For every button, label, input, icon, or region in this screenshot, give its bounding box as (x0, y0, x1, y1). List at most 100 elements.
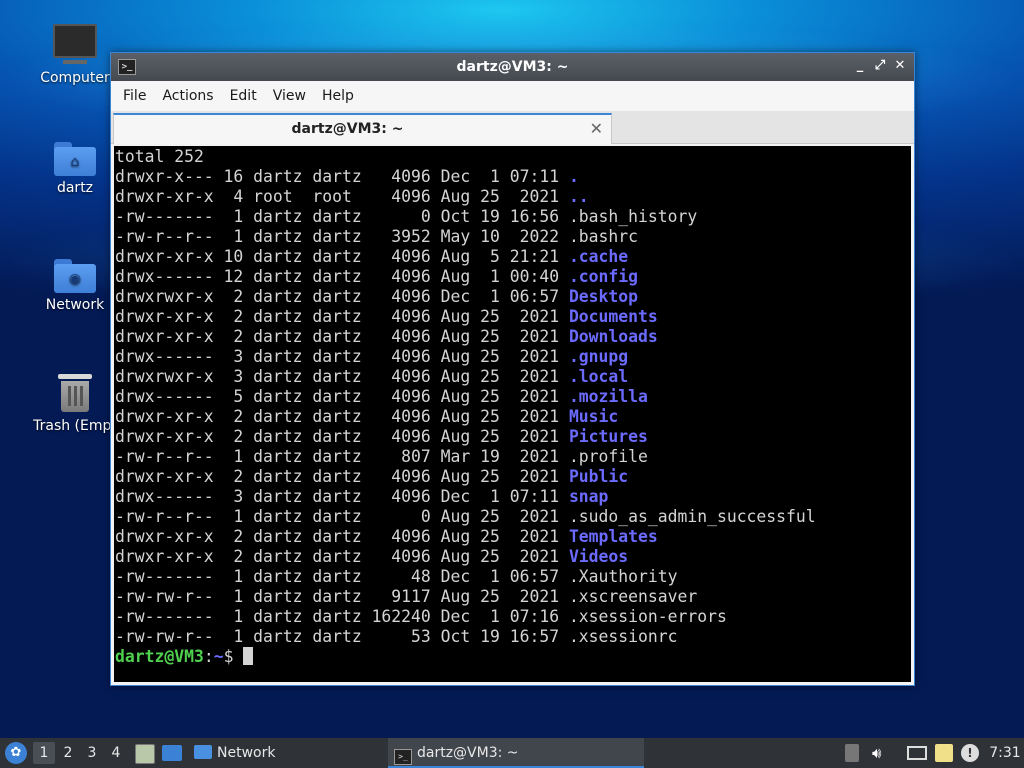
directory-name: Videos (568, 547, 629, 566)
directory-name: Desktop (568, 287, 639, 306)
directory-name: Pictures (568, 427, 648, 446)
terminal-line: drwx------ 12 dartz dartz 4096 Aug 1 00:… (114, 267, 911, 287)
terminal-line: -rw-rw-r-- 1 dartz dartz 53 Oct 19 16:57… (114, 627, 911, 647)
file-name: .Xauthority (568, 567, 678, 586)
desktop-icon-label: Computer (40, 70, 110, 86)
terminal-line: drwxr-xr-x 2 dartz dartz 4096 Aug 25 202… (114, 307, 911, 327)
terminal-output[interactable]: total 252 drwxr-x--- 16 dartz dartz 4096… (114, 146, 911, 682)
maximize-button[interactable]: ⤢ (872, 58, 888, 74)
directory-name: Music (568, 407, 619, 426)
directory-name: .gnupg (568, 347, 629, 366)
network-status-icon[interactable] (907, 746, 927, 760)
start-menu-icon[interactable]: ✿ (5, 742, 27, 764)
menu-file[interactable]: File (115, 88, 154, 104)
tab-terminal[interactable]: dartz@VM3: ~ ✕ (113, 113, 612, 144)
clock[interactable]: 7:31 (989, 738, 1021, 768)
workspace-1[interactable]: 1 (33, 742, 55, 764)
desktop-icon-home[interactable]: ⌂ dartz (27, 142, 123, 196)
file-meta: -rw-r--r-- 1 dartz dartz 3952 May 10 202… (115, 227, 569, 246)
computer-icon (53, 24, 97, 64)
file-name: .sudo_as_admin_successful (568, 507, 816, 526)
file-meta: drwxr-xr-x 2 dartz dartz 4096 Aug 25 202… (115, 327, 569, 346)
desktop-icon-trash[interactable]: Trash (Empt (27, 374, 123, 434)
file-meta: drwx------ 5 dartz dartz 4096 Aug 25 202… (115, 387, 569, 406)
file-meta: drwxr-xr-x 2 dartz dartz 4096 Aug 25 202… (115, 427, 569, 446)
desktop-icon-label: Network (45, 297, 105, 313)
workspace-3[interactable]: 3 (81, 742, 103, 764)
clipboard-icon[interactable] (935, 744, 953, 762)
show-desktop-icon[interactable] (162, 745, 182, 761)
text-cursor (243, 647, 254, 665)
directory-name: Downloads (568, 327, 658, 346)
file-meta: drwxr-xr-x 2 dartz dartz 4096 Aug 25 202… (115, 467, 569, 486)
file-meta: -rw-r--r-- 1 dartz dartz 0 Aug 25 2021 (115, 507, 569, 526)
terminal-line: drwxr-xr-x 2 dartz dartz 4096 Aug 25 202… (114, 527, 911, 547)
terminal-line: -rw-rw-r-- 1 dartz dartz 9117 Aug 25 202… (114, 587, 911, 607)
workspace-4[interactable]: 4 (105, 742, 127, 764)
terminal-line: drwxr-xr-x 2 dartz dartz 4096 Aug 25 202… (114, 467, 911, 487)
volume-icon[interactable]: 🔊︎ (872, 744, 888, 762)
notes-icon[interactable] (845, 744, 859, 762)
terminal-prompt-line: dartz@VM3:~$ (114, 647, 911, 667)
window-titlebar[interactable]: >_ dartz@VM3: ~ _ ⤢ ✕ (111, 53, 914, 81)
menu-edit[interactable]: Edit (222, 88, 265, 104)
file-meta: -rw-rw-r-- 1 dartz dartz 9117 Aug 25 202… (115, 587, 569, 606)
prompt-user-host: dartz@VM3 (115, 647, 204, 666)
file-meta: drwxr-x--- 16 dartz dartz 4096 Dec 1 07:… (115, 167, 569, 186)
terminal-line: -rw------- 1 dartz dartz 48 Dec 1 06:57 … (114, 567, 911, 587)
trash-icon (58, 374, 92, 412)
file-meta: -rw------- 1 dartz dartz 0 Oct 19 16:56 (115, 207, 569, 226)
tab-close-icon[interactable]: ✕ (590, 119, 603, 138)
terminal-line: drwxr-xr-x 10 dartz dartz 4096 Aug 5 21:… (114, 247, 911, 267)
file-meta: -rw------- 1 dartz dartz 48 Dec 1 06:57 (115, 567, 569, 586)
terminal-line: drwx------ 3 dartz dartz 4096 Dec 1 07:1… (114, 487, 911, 507)
file-meta: drwxr-xr-x 2 dartz dartz 4096 Aug 25 202… (115, 527, 569, 546)
file-meta: -rw-r--r-- 1 dartz dartz 807 Mar 19 2021 (115, 447, 569, 466)
file-name: .profile (568, 447, 648, 466)
menu-view[interactable]: View (265, 88, 314, 104)
desktop-icon-network[interactable]: ◉ Network (27, 259, 123, 313)
file-meta: drwxr-xr-x 2 dartz dartz 4096 Aug 25 202… (115, 547, 569, 566)
terminal-line: -rw------- 1 dartz dartz 0 Oct 19 16:56 … (114, 207, 911, 227)
taskbar-network-button[interactable]: Network (194, 738, 294, 768)
close-button[interactable]: ✕ (892, 58, 908, 74)
terminal-line: drwxr-xr-x 2 dartz dartz 4096 Aug 25 202… (114, 327, 911, 347)
file-manager-icon[interactable] (135, 744, 155, 764)
home-folder-icon: ⌂ (54, 142, 96, 176)
file-name: .xsessionrc (568, 627, 678, 646)
workspace-2[interactable]: 2 (57, 742, 79, 764)
file-meta: -rw------- 1 dartz dartz 162240 Dec 1 07… (115, 607, 569, 626)
directory-name: .. (568, 187, 589, 206)
file-meta: drwxr-xr-x 2 dartz dartz 4096 Aug 25 202… (115, 407, 569, 426)
prompt-symbol: $ (223, 647, 244, 666)
desktop-icon-computer[interactable]: Computer (27, 24, 123, 86)
file-meta: drwxr-xr-x 4 root root 4096 Aug 25 2021 (115, 187, 569, 206)
desktop-icon-label: dartz (56, 180, 94, 196)
terminal-line: drwxr-xr-x 2 dartz dartz 4096 Aug 25 202… (114, 547, 911, 567)
tab-bar: dartz@VM3: ~ ✕ (111, 111, 914, 144)
terminal-line: total 252 (115, 147, 204, 166)
directory-name: .mozilla (568, 387, 648, 406)
directory-name: Public (568, 467, 629, 486)
terminal-line: drwx------ 3 dartz dartz 4096 Aug 25 202… (114, 347, 911, 367)
terminal-line: drwxrwxr-x 3 dartz dartz 4096 Aug 25 202… (114, 367, 911, 387)
tab-label: dartz@VM3: ~ (291, 121, 404, 137)
directory-name: . (568, 167, 579, 186)
window-title: dartz@VM3: ~ (456, 59, 569, 75)
terminal-line: drwxr-xr-x 2 dartz dartz 4096 Aug 25 202… (114, 407, 911, 427)
taskbar-terminal-button[interactable]: >_ dartz@VM3: ~ (388, 738, 644, 768)
directory-name: Documents (568, 307, 658, 326)
menu-actions[interactable]: Actions (154, 88, 221, 104)
updates-icon[interactable]: ! (961, 744, 979, 762)
terminal-line: -rw-r--r-- 1 dartz dartz 3952 May 10 202… (114, 227, 911, 247)
minimize-button[interactable]: _ (852, 58, 868, 74)
file-name: .bash_history (568, 207, 698, 226)
menu-help[interactable]: Help (314, 88, 362, 104)
file-meta: drwx------ 3 dartz dartz 4096 Aug 25 202… (115, 347, 569, 366)
prompt-path: ~ (213, 647, 224, 666)
file-meta: -rw-rw-r-- 1 dartz dartz 53 Oct 19 16:57 (115, 627, 569, 646)
terminal-line: -rw-r--r-- 1 dartz dartz 807 Mar 19 2021… (114, 447, 911, 467)
terminal-icon: >_ (394, 749, 412, 765)
file-meta: drwx------ 3 dartz dartz 4096 Dec 1 07:1… (115, 487, 569, 506)
terminal-line: drwxr-xr-x 2 dartz dartz 4096 Aug 25 202… (114, 427, 911, 447)
